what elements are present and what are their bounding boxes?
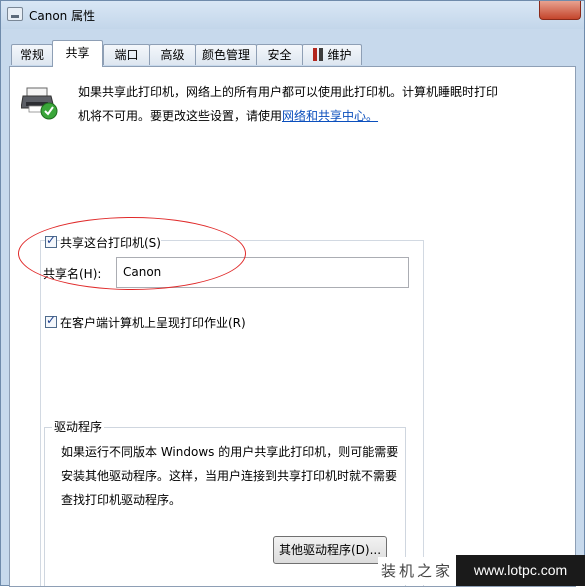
- tab-label: 维护: [327, 48, 352, 62]
- render-jobs-label[interactable]: 在客户端计算机上呈现打印作业(R): [60, 314, 246, 331]
- tab-general[interactable]: 常规: [11, 44, 53, 65]
- watermark-badge: www.lotpc.com: [456, 555, 585, 586]
- sharing-info: 如果共享此打印机，网络上的所有用户都可以使用此打印机。计算机睡眠时打印机将不可用…: [78, 80, 498, 128]
- tab-ports[interactable]: 端口: [103, 44, 150, 65]
- tab-label: 常规: [19, 48, 44, 62]
- close-button[interactable]: [539, 1, 581, 20]
- tab-security[interactable]: 安全: [256, 44, 303, 65]
- drivers-legend: 驱动程序: [52, 418, 105, 435]
- share-printer-label[interactable]: 共享这台打印机(S): [60, 234, 161, 251]
- additional-drivers-button[interactable]: 其他驱动程序(D)...: [273, 536, 387, 564]
- tab-label: 端口: [114, 48, 139, 62]
- title-bar[interactable]: Canon 属性: [1, 1, 584, 29]
- render-jobs-checkbox[interactable]: [45, 313, 57, 328]
- drivers-description: 如果运行不同版本 Windows 的用户共享此打印机，则可能需要安装其他驱动程序…: [61, 445, 399, 507]
- window-title: Canon 属性: [29, 9, 96, 23]
- tab-label: 共享: [65, 46, 90, 60]
- watermark-brand: 装机之家: [378, 557, 456, 585]
- network-sharing-center-link[interactable]: 网络和共享中心。: [282, 109, 378, 123]
- share-name-input[interactable]: Canon: [116, 257, 409, 288]
- tab-strip: 常规 共享 端口 高级 颜色管理 安全 维护: [9, 40, 576, 67]
- tab-maintenance[interactable]: 维护: [302, 44, 362, 65]
- tab-color-management[interactable]: 颜色管理: [195, 44, 257, 65]
- tab-label: 高级: [160, 48, 185, 62]
- tab-label: 安全: [267, 48, 292, 62]
- watermark-url: www.lotpc.com: [473, 562, 568, 578]
- share-name-label: 共享名(H):: [43, 265, 102, 282]
- share-printer-checkbox[interactable]: [45, 233, 57, 248]
- tab-sharing[interactable]: 共享: [52, 40, 103, 67]
- tab-label: 颜色管理: [201, 48, 250, 62]
- tab-advanced[interactable]: 高级: [149, 44, 196, 65]
- shared-printer-icon: [21, 87, 58, 120]
- printer-app-icon: [7, 7, 23, 21]
- tools-icon: [312, 48, 324, 61]
